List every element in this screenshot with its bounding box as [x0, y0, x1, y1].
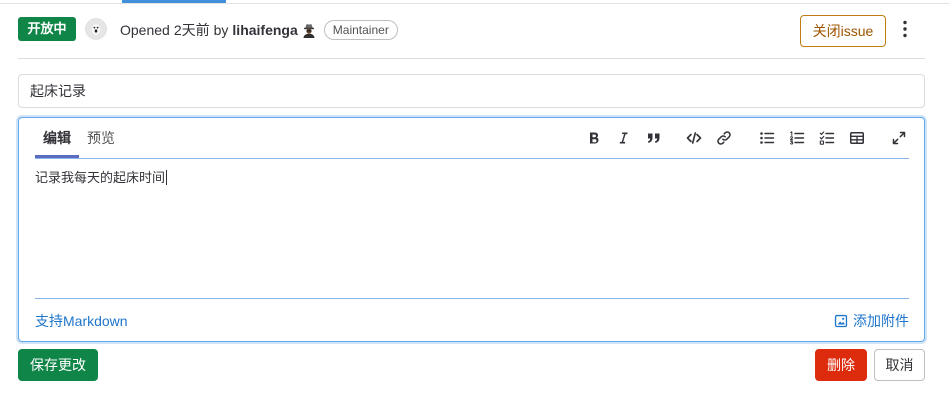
toolbar-link-button[interactable] [712, 126, 736, 150]
numbered-list-icon [790, 131, 805, 145]
markdown-help-link[interactable]: 支持Markdown [35, 311, 128, 331]
toolbar-task-list-button[interactable] [815, 126, 839, 150]
task-list-icon [819, 131, 835, 145]
time-ago: 2天前 [173, 22, 210, 38]
link-icon [717, 131, 731, 145]
fullscreen-icon [892, 131, 906, 145]
table-icon [850, 132, 864, 144]
save-changes-button[interactable]: 保存更改 [18, 349, 98, 381]
formatting-toolbar [35, 118, 909, 158]
author-link[interactable]: lihaifenga [232, 22, 297, 38]
top-border [0, 3, 950, 4]
toolbar-italic-button[interactable] [611, 126, 635, 150]
active-tab-indicator [122, 0, 226, 3]
issue-title-input[interactable] [18, 74, 925, 108]
close-issue-button[interactable]: 关闭issue [800, 15, 886, 47]
description-textarea[interactable]: 记录我每天的起床时间 [35, 168, 909, 288]
italic-icon [619, 132, 628, 144]
editor-header: 编辑 预览 [35, 118, 909, 159]
by-label: by [213, 22, 229, 38]
toolbar-fullscreen-button[interactable] [887, 126, 911, 150]
role-badge: Maintainer [323, 20, 398, 40]
author-avatar[interactable] [85, 18, 107, 40]
user-status-emoji-icon [303, 24, 315, 38]
delete-button[interactable]: 删除 [815, 349, 867, 381]
attach-icon-wrap [834, 314, 848, 328]
kebab-menu-icon [903, 20, 907, 38]
attach-label: 添加附件 [853, 313, 909, 329]
issue-status-badge: 开放中 [18, 17, 76, 41]
editor-footer: 支持Markdown 添加附件 [35, 298, 909, 341]
image-icon [834, 314, 848, 328]
toolbar-quote-button[interactable] [642, 126, 666, 150]
toolbar-bold-button[interactable] [582, 126, 606, 150]
toolbar-code-button[interactable] [682, 126, 706, 150]
toolbar-bulleted-list-button[interactable] [755, 126, 779, 150]
description-text: 记录我每天的起床时间 [35, 170, 166, 185]
more-actions-button[interactable] [897, 18, 913, 40]
toolbar-numbered-list-button[interactable] [785, 126, 809, 150]
toolbar-table-button[interactable] [845, 126, 869, 150]
bulleted-list-icon [760, 132, 775, 144]
user-status-emoji [301, 22, 317, 38]
user-avatar-icon [85, 18, 107, 40]
attach-file-button[interactable]: 添加附件 [834, 311, 909, 331]
cancel-button[interactable]: 取消 [874, 349, 925, 381]
issue-meta: Opened 2天前 by lihaifenga Maintainer [120, 19, 398, 41]
code-icon [686, 132, 702, 144]
header-divider [18, 58, 925, 59]
quote-icon [647, 133, 660, 143]
description-editor-panel: 编辑 预览 记录我每天的起床时间 支持Markdown 添加附件 [18, 117, 925, 342]
opened-label: Opened [120, 22, 170, 38]
bold-icon [590, 132, 599, 144]
text-caret [166, 170, 168, 185]
